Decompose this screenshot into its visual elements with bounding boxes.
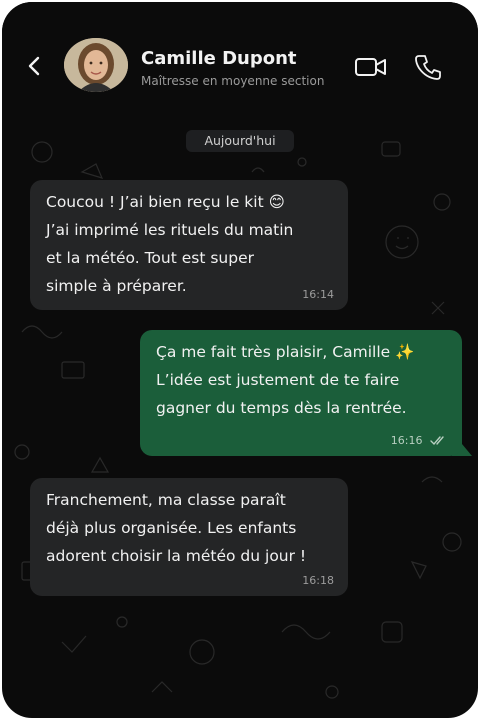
message-time: 16:16 xyxy=(390,434,423,447)
message-bubble-outgoing[interactable]: Ça me fait très plaisir, Camille ✨ L’idé… xyxy=(140,330,462,456)
message-text: Franchement, ma classe paraît déjà plus … xyxy=(46,491,307,565)
chat-header: Camille Dupont Maîtresse en moyenne sect… xyxy=(2,2,478,120)
message-meta: 16:16 xyxy=(391,434,448,448)
contact-status: Maîtresse en moyenne section xyxy=(141,74,325,88)
message-bubble-incoming[interactable]: Coucou ! J’ai bien reçu le kit 😊 J’ai im… xyxy=(30,180,348,310)
double-check-icon xyxy=(430,436,444,446)
phone-frame: Camille Dupont Maîtresse en moyenne sect… xyxy=(2,2,478,718)
chevron-left-icon[interactable] xyxy=(20,52,48,80)
video-camera-icon[interactable] xyxy=(354,54,388,80)
date-separator: Aujourd'hui xyxy=(186,130,294,152)
avatar-photo xyxy=(64,38,128,92)
contact-name[interactable]: Camille Dupont xyxy=(141,48,297,69)
message-bubble-incoming[interactable]: Franchement, ma classe paraît déjà plus … xyxy=(30,478,348,596)
message-time: 16:18 xyxy=(302,574,334,587)
message-time: 16:14 xyxy=(302,288,334,301)
message-text: Ça me fait très plaisir, Camille ✨ L’idé… xyxy=(156,343,415,417)
message-text: Coucou ! J’ai bien reçu le kit 😊 J’ai im… xyxy=(46,193,294,295)
phone-icon[interactable] xyxy=(414,52,442,82)
avatar[interactable] xyxy=(64,38,128,92)
